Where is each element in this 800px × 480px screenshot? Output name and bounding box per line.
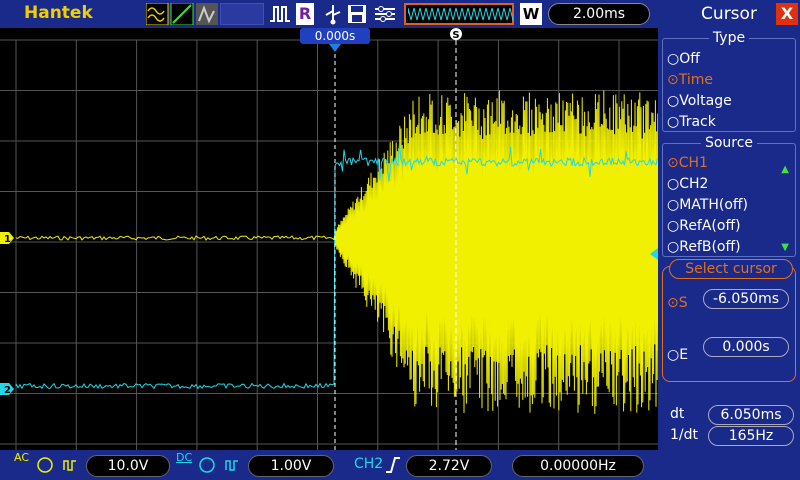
- source-option-refa[interactable]: ○RefA(off): [667, 218, 741, 234]
- ch2-coupling[interactable]: DC: [176, 452, 192, 463]
- trigger-level[interactable]: 2.72V: [406, 455, 492, 477]
- ch2-icons: [199, 457, 238, 473]
- cursor-s-marker-label: S: [452, 30, 459, 41]
- brand-logo: Hantek: [24, 3, 93, 23]
- scroll-up-icon[interactable]: ▲: [781, 164, 789, 175]
- trigger-mode-icon[interactable]: [268, 3, 294, 25]
- close-button[interactable]: X: [776, 3, 798, 25]
- trigger-position-marker: [329, 44, 341, 52]
- usb-icon: [325, 5, 341, 25]
- source-option-ch1[interactable]: ⊙CH1: [667, 155, 708, 171]
- ch1-marker-label: 1: [4, 234, 11, 245]
- run-status-box[interactable]: [220, 3, 264, 25]
- source-option-math[interactable]: ○MATH(off): [667, 197, 748, 213]
- trigger-time-label: 0.000s: [315, 29, 356, 43]
- source-group-title: Source: [700, 135, 758, 151]
- timebase-display[interactable]: 2.00ms: [548, 3, 650, 25]
- settings-icon[interactable]: [372, 3, 398, 25]
- dt-value: 6.050ms: [708, 405, 794, 425]
- trigger-source[interactable]: CH2: [354, 456, 383, 472]
- cursor-s-value[interactable]: -6.050ms: [703, 289, 789, 309]
- type-option-voltage[interactable]: ○Voltage: [667, 93, 732, 109]
- cursor-e-option[interactable]: ○E: [667, 347, 688, 363]
- inv-dt-label: 1/dt: [670, 427, 698, 443]
- cursor-s-option[interactable]: ⊙S: [667, 295, 688, 311]
- ch1-coupling[interactable]: AC: [14, 452, 29, 463]
- ch2-marker-label: 2: [4, 385, 11, 396]
- type-option-off[interactable]: ○Off: [667, 51, 700, 67]
- memory-preview-bar[interactable]: [404, 3, 514, 25]
- source-option-refb[interactable]: ○RefB(off): [667, 239, 741, 255]
- rising-edge-icon[interactable]: [384, 455, 402, 475]
- select-cursor-title: Select cursor: [669, 259, 793, 279]
- acquire-mode-badge[interactable]: R: [296, 3, 314, 25]
- type-option-track[interactable]: ○Track: [667, 114, 716, 130]
- cursor-panel: Cursor X Type ○Off ⊙Time ○Voltage ○Track…: [658, 0, 800, 450]
- type-group-title: Type: [708, 30, 750, 46]
- waveform-mode-icons[interactable]: [146, 3, 222, 25]
- dt-label: dt: [670, 406, 685, 422]
- frequency-counter: 0.00000Hz: [512, 455, 644, 477]
- type-group: Type ○Off ⊙Time ○Voltage ○Track: [662, 30, 796, 132]
- waveform-display[interactable]: 0.000s S 1 2: [0, 28, 659, 450]
- ch2-scale[interactable]: 1.00V: [248, 455, 334, 477]
- ch1-scale[interactable]: 10.0V: [86, 455, 170, 477]
- top-toolbar: Hantek R W 2.00ms: [0, 0, 658, 28]
- ch1-waveform: [15, 90, 659, 414]
- inv-dt-value: 165Hz: [708, 426, 794, 446]
- cursor-e-value[interactable]: 0.000s: [703, 337, 789, 357]
- source-group: Source ⊙CH1 ○CH2 ○MATH(off) ○RefA(off) ○…: [662, 135, 796, 257]
- type-option-time[interactable]: ⊙Time: [667, 72, 713, 88]
- select-cursor-group: Select cursor ⊙S -6.050ms ○E 0.000s: [662, 259, 796, 382]
- status-bar: AC 10.0V DC 1.00V CH2 2.72V 0.00000Hz: [0, 450, 800, 480]
- window-button[interactable]: W: [520, 3, 542, 25]
- save-icon[interactable]: [346, 3, 368, 25]
- ch1-icons: [37, 457, 76, 473]
- source-option-ch2[interactable]: ○CH2: [667, 176, 708, 192]
- scroll-down-icon[interactable]: ▼: [781, 242, 789, 253]
